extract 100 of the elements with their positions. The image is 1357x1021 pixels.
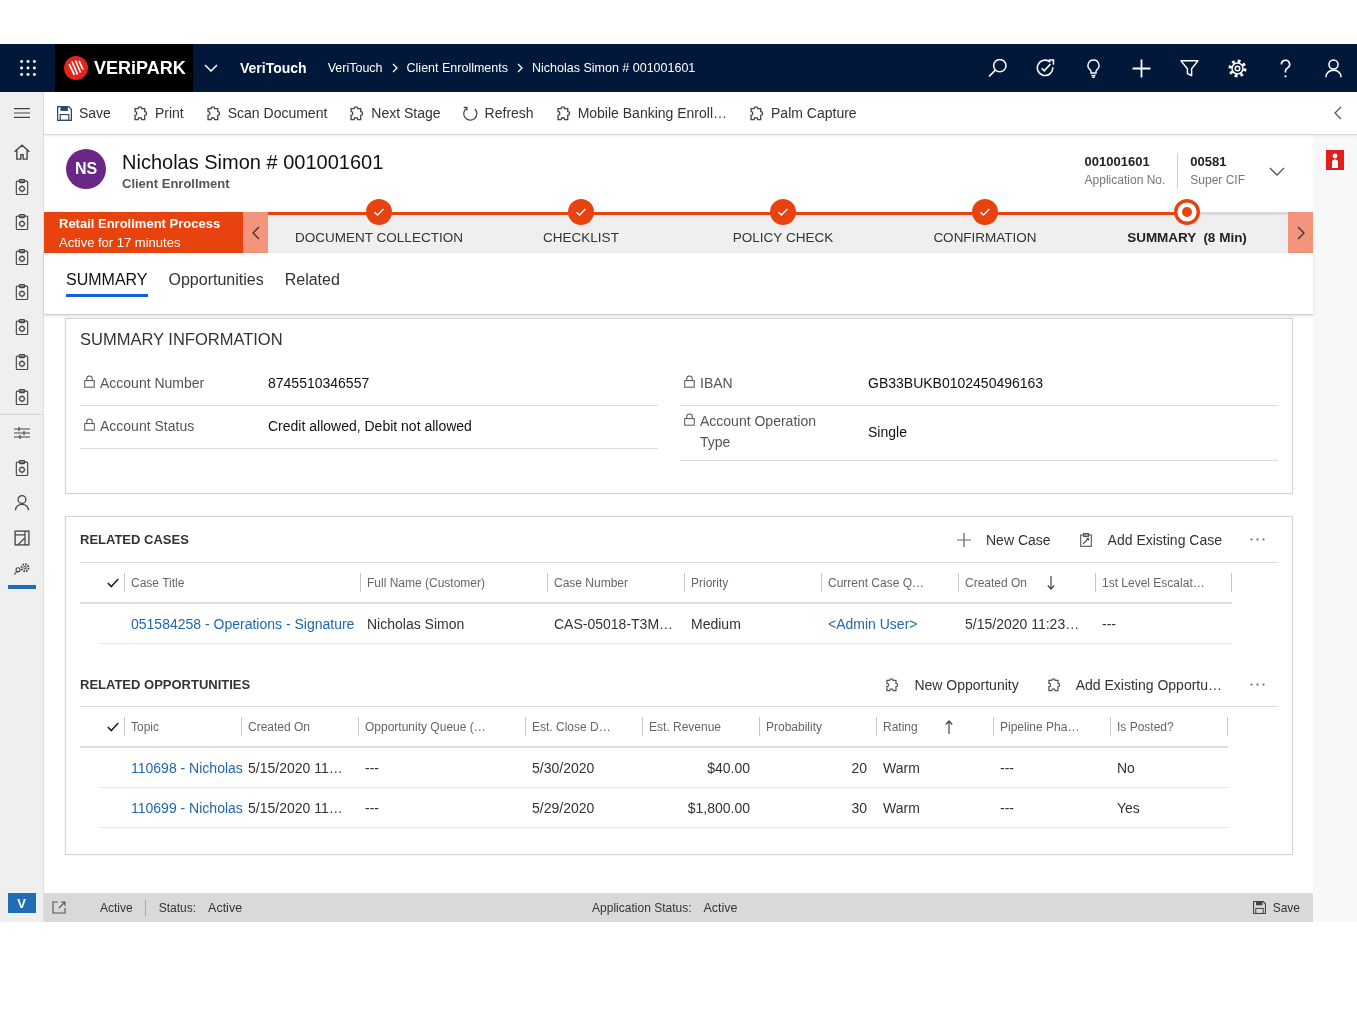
record-link[interactable]: <Admin User> [828, 615, 918, 632]
arrow-up-icon [945, 719, 953, 734]
stage-label[interactable]: CHECKLIST [543, 229, 619, 246]
app-name[interactable]: VeriTouch [240, 60, 307, 76]
column-header[interactable]: Pipeline Pha… [993, 707, 1110, 746]
check-icon[interactable] [107, 577, 119, 588]
table-cell: 5/15/2020 11:23… [965, 615, 1080, 632]
menu-icon[interactable] [13, 105, 30, 121]
table-cell: 30 [851, 799, 867, 816]
record-link[interactable]: 110699 - Nicholas [131, 799, 243, 816]
column-header[interactable]: Priority [684, 563, 821, 602]
chevron-left-icon [251, 225, 260, 240]
document-icon[interactable] [13, 529, 30, 546]
table-cell: Yes [1117, 799, 1140, 816]
more-icon[interactable] [1250, 683, 1265, 686]
user-settings-icon[interactable] [13, 561, 30, 577]
record-link[interactable]: 051584258 - Operations - Signature [131, 615, 355, 632]
column-header[interactable]: Created On [958, 563, 1095, 602]
search-icon[interactable] [987, 58, 1007, 78]
sliders-icon[interactable] [13, 424, 30, 441]
table-cell: 5/30/2020 [532, 759, 595, 776]
person-tile-icon[interactable] [1326, 150, 1344, 170]
save-button[interactable]: Save [1252, 898, 1300, 917]
toolbar-button[interactable]: Refresh [462, 103, 534, 123]
command-button[interactable]: Add Existing Case [1078, 529, 1222, 550]
status-value: Active [703, 900, 738, 915]
table-cell: Medium [691, 615, 741, 632]
column-header[interactable]: Created On [241, 707, 358, 746]
column-header[interactable]: 1st Level Escalat… [1095, 563, 1232, 602]
clipboard-icon[interactable] [13, 213, 30, 230]
toolbar-button[interactable]: Scan Document [205, 103, 328, 123]
column-header[interactable]: Est. Revenue [642, 707, 759, 746]
section-title: RELATED OPPORTUNITIES [80, 677, 251, 692]
filter-icon[interactable] [1179, 58, 1199, 78]
header-field-label: Super CIF [1190, 172, 1245, 189]
chevron-left-icon[interactable] [1334, 106, 1342, 120]
stage-label[interactable]: SUMMARY [1127, 229, 1197, 246]
expand-icon[interactable] [52, 901, 66, 914]
record-link[interactable]: 110698 - Nicholas [131, 759, 243, 776]
clipboard-icon[interactable] [13, 459, 30, 476]
avatar-initials: NS [66, 149, 106, 189]
app-launcher-icon[interactable] [19, 60, 36, 76]
breadcrumb-link[interactable]: VeriTouch [327, 61, 383, 75]
clipboard-icon[interactable] [13, 388, 30, 405]
clipboard-icon[interactable] [13, 178, 30, 195]
command-button[interactable]: Add Existing Opportu… [1046, 674, 1222, 695]
settings-icon[interactable] [1227, 58, 1247, 78]
column-header[interactable]: Current Case Q… [821, 563, 958, 602]
field-value: Single [868, 424, 907, 440]
column-header[interactable]: Est. Close D… [525, 707, 642, 746]
column-header[interactable]: Opportunity Queue (… [358, 707, 525, 746]
stage-label[interactable]: DOCUMENT COLLECTION [295, 229, 463, 246]
stage-label[interactable]: POLICY CHECK [732, 229, 834, 246]
command-button[interactable]: New Case [957, 529, 1051, 550]
column-header[interactable]: Probability [759, 707, 876, 746]
table-cell: 20 [851, 759, 867, 776]
field-label: Account Status [100, 416, 195, 436]
plus-icon[interactable] [1131, 58, 1151, 78]
table-cell: Nicholas Simon [367, 615, 465, 632]
breadcrumb-link[interactable]: Client Enrollments [406, 61, 508, 75]
chevron-down-icon[interactable] [1269, 167, 1285, 176]
column-header[interactable]: Is Posted? [1110, 707, 1228, 746]
command-button[interactable]: New Opportunity [885, 674, 1019, 695]
toolbar-button[interactable]: Save [57, 103, 111, 123]
clipboard-icon[interactable] [13, 318, 30, 335]
plus-icon [957, 532, 971, 547]
chevron-right-icon [517, 63, 523, 73]
field-label: Account Operation Type [700, 412, 817, 452]
status-value: Active [208, 900, 243, 915]
puzzle-icon [205, 105, 221, 121]
header-field-value: 001001601 [1084, 153, 1150, 171]
tab[interactable]: Related [284, 271, 340, 297]
home-icon[interactable] [13, 143, 30, 160]
clipboard-icon[interactable] [13, 353, 30, 370]
puzzle-icon [885, 677, 900, 692]
field-label: Account Number [100, 373, 205, 393]
breadcrumb-link[interactable]: Nicholas Simon # 001001601 [532, 61, 696, 75]
tab[interactable]: Opportunities [168, 271, 264, 297]
task-check-icon[interactable] [1035, 58, 1055, 78]
toolbar-button[interactable]: Palm Capture [749, 103, 857, 123]
person-icon[interactable] [13, 494, 30, 511]
user-icon[interactable] [1323, 58, 1343, 78]
more-icon[interactable] [1250, 538, 1265, 541]
column-header[interactable]: Full Name (Customer) [360, 563, 547, 602]
toolbar-button[interactable]: Mobile Banking Enroll… [555, 103, 728, 123]
toolbar-button[interactable]: Print [132, 103, 184, 123]
check-icon[interactable] [107, 721, 119, 732]
table-cell: No [1117, 759, 1135, 776]
process-label[interactable]: Retail Enrollment Process Active for 17 minutes [44, 212, 243, 253]
clipboard-icon[interactable] [13, 248, 30, 265]
column-header[interactable]: Case Title [124, 563, 360, 602]
app-badge[interactable]: V [7, 893, 36, 913]
clipboard-icon[interactable] [13, 283, 30, 300]
column-header[interactable]: Topic [124, 707, 241, 746]
column-header[interactable]: Case Number [547, 563, 684, 602]
toolbar-button[interactable]: Next Stage [349, 103, 441, 123]
stage-label[interactable]: CONFIRMATION [933, 229, 1037, 246]
column-header[interactable]: Rating [876, 707, 993, 746]
tab[interactable]: SUMMARY [66, 271, 148, 297]
status-label: Status: [158, 900, 197, 915]
